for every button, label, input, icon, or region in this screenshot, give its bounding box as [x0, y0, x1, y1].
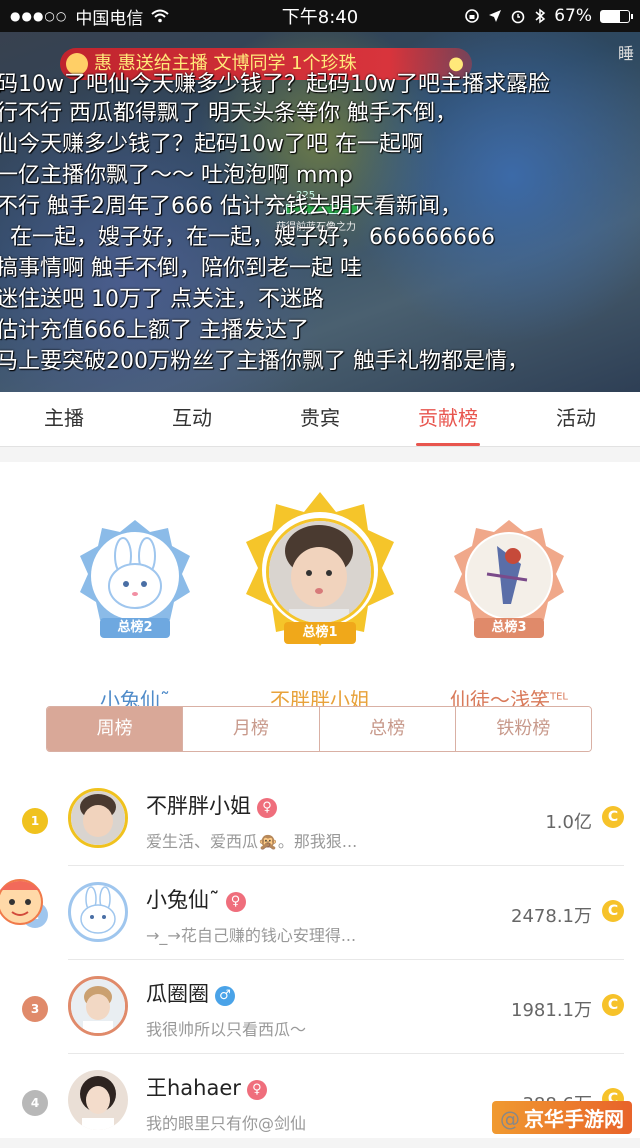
- lock-rotation-icon: [465, 9, 480, 23]
- podium-plaque: 总榜3: [474, 618, 544, 638]
- avatar: [68, 788, 128, 848]
- main-tabs: 主播 互动 贵宾 贡献榜 活动: [0, 392, 640, 447]
- ranking-name-text: 小兔仙˜: [146, 888, 220, 912]
- ranking-name-text: 王hahaer: [146, 1076, 241, 1100]
- male-gender-icon: ♂: [215, 986, 235, 1006]
- ranking-row[interactable]: 2 小兔仙˜♀ →_→花自己赚的钱心安理得... 2478.1万 C: [0, 866, 640, 960]
- woman-avatar-icon: [68, 1070, 128, 1130]
- podium-first[interactable]: 总榜1 不胖胖小姐: [240, 490, 400, 718]
- coin-icon: C: [602, 900, 624, 922]
- tab-interaction[interactable]: 互动: [128, 392, 256, 446]
- bluetooth-icon: [535, 8, 546, 24]
- female-gender-icon: ♀: [257, 798, 277, 818]
- period-tab-weekly[interactable]: 周榜: [47, 707, 184, 751]
- danmaku-line: 不行 触手2周年了666 估计充钱去明天看新闻，: [0, 194, 462, 219]
- period-tabs: 周榜 月榜 总榜 铁粉榜: [46, 706, 592, 752]
- ranking-signature: 爱生活、爱西瓜🙊。那我狠...: [146, 832, 358, 851]
- danmaku-line: 仙今天赚多少钱了？起码10w了吧 在一起啊: [0, 132, 423, 157]
- podium-name-sup: TEL: [550, 691, 568, 703]
- coin-icon: C: [602, 994, 624, 1016]
- danmaku-line: 估计充值666上额了 主播发达了: [0, 318, 309, 343]
- ranking-contribution-value: 2478.1万: [511, 906, 592, 927]
- coin-icon: C: [602, 806, 624, 828]
- ranking-contribution-value: 1981.1万: [511, 1000, 592, 1021]
- danmaku-line: 码10w了吧仙今天赚多少钱了？起码10w了吧主播求露脸: [0, 72, 550, 97]
- tab-events[interactable]: 活动: [512, 392, 640, 446]
- podium-plaque: 总榜1: [284, 622, 356, 644]
- tab-vip[interactable]: 贵宾: [256, 392, 384, 446]
- battery-icon: [600, 9, 633, 23]
- ranking-signature: →_→花自己赚的钱心安理得...: [146, 926, 357, 945]
- watermark-text: 京华手游网: [524, 1107, 624, 1131]
- ranking-contribution-value: 1.0亿: [545, 812, 592, 833]
- battery-level-fill: [601, 10, 620, 22]
- live-video-player[interactable]: 惠 惠送给主播 文博同学 1个珍珠 ● 睡 225 获得前蓝石像之力 码10w了…: [0, 32, 640, 392]
- podium-plaque: 总榜2: [100, 618, 170, 638]
- tab-anchor[interactable]: 主播: [0, 392, 128, 446]
- rank-number-icon: 4: [22, 1090, 48, 1116]
- battery-percent: 67%: [554, 6, 592, 26]
- ranking-name-text: 瓜圈圈: [146, 982, 209, 1006]
- danmaku-line: 行不行 西瓜都得飘了 明天头条等你 触手不倒，: [0, 101, 457, 126]
- danmaku-line: 迷住送吧 10万了 点关注，不迷路: [0, 287, 324, 312]
- alarm-icon: [511, 10, 525, 24]
- boy-avatar-icon: [71, 979, 125, 1033]
- avatar: [68, 882, 128, 942]
- location-icon: [489, 10, 502, 22]
- avatar: [68, 1070, 128, 1130]
- period-tab-iron-fans[interactable]: 铁粉榜: [455, 707, 591, 751]
- ranking-signature: 我很帅所以只看西瓜～: [146, 1020, 307, 1039]
- bunny-avatar-icon: [80, 886, 116, 934]
- watermark-at: @: [500, 1107, 520, 1131]
- toddler-avatar-icon: [71, 791, 125, 845]
- carrier-label: 中国电信: [75, 8, 144, 29]
- ranking-name: 王hahaer ♀: [146, 1072, 267, 1102]
- danmaku-line: 搞事情啊 触手不倒，陪你到老一起 哇: [0, 256, 362, 281]
- bronze-medal-icon: 3: [22, 996, 48, 1022]
- ranking-row[interactable]: 3 瓜圈圈 ♂ 我很帅所以只看西瓜～ 1981.1万 C: [0, 960, 640, 1054]
- signal-strength-icon: ●●●○○: [10, 9, 68, 23]
- tab-contribution-ranking[interactable]: 贡献榜: [384, 392, 512, 446]
- status-right: 67%: [464, 6, 633, 26]
- podium-second[interactable]: 总榜2 小兔仙˜: [76, 518, 194, 718]
- ranking-signature: 我的眼里只有你@剑仙: [146, 1114, 307, 1133]
- floating-mascot-icon[interactable]: [0, 870, 50, 930]
- ranking-name-text: 不胖胖小姐: [146, 794, 251, 818]
- status-left: ●●●○○ 中国电信: [10, 4, 170, 29]
- ranking-name: 不胖胖小姐 ♀: [146, 790, 277, 820]
- avatar: [68, 976, 128, 1036]
- period-tab-monthly[interactable]: 月榜: [183, 707, 320, 751]
- danmaku-line: 马上要突破200万粉丝了主播你飘了 触手礼物都是情，: [0, 349, 529, 374]
- avatar: [467, 534, 551, 618]
- female-gender-icon: ♀: [225, 892, 246, 912]
- video-corner-text: 睡: [617, 44, 634, 63]
- bunny-avatar-icon: [108, 537, 162, 609]
- ranking-row[interactable]: 1 不胖胖小姐 ♀ 爱生活、爱西瓜🙊。那我狠... 1.0亿 C: [0, 772, 640, 866]
- illustration-avatar-icon: [467, 534, 551, 618]
- danmaku-line: 在一起，嫂子好，在一起，嫂子好， 666666666: [10, 225, 495, 250]
- avatar: [266, 518, 374, 626]
- ranking-name: 小兔仙˜ ♀: [146, 884, 246, 914]
- avatar: [93, 534, 177, 618]
- podium-third[interactable]: 总榜3 仙徒～浅笑TEL: [446, 518, 572, 718]
- danmaku-line: 一亿主播你飘了～～ 吐泡泡啊 mmp: [0, 163, 353, 188]
- wifi-icon: [151, 9, 170, 23]
- ranking-name: 瓜圈圈 ♂: [146, 978, 235, 1008]
- contribution-panel: 总榜2 小兔仙˜ 总榜1 不胖胖小姐 总榜3 仙徒～浅笑TEL 周榜 月榜 总榜…: [0, 462, 640, 1138]
- status-bar: ●●●○○ 中国电信 下午8:40 67%: [0, 0, 640, 32]
- site-watermark: @ 京华手游网: [492, 1101, 632, 1134]
- gold-medal-icon: 1: [22, 808, 48, 834]
- period-tab-total[interactable]: 总榜: [319, 707, 456, 751]
- toddler-avatar-icon: [269, 521, 371, 623]
- female-gender-icon: ♀: [246, 1080, 267, 1100]
